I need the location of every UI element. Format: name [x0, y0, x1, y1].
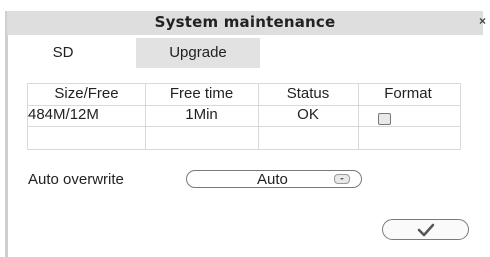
- cell-status: OK: [297, 106, 319, 123]
- dialog-border: [5, 11, 8, 257]
- close-icon[interactable]: ×: [479, 15, 486, 27]
- system-maintenance-dialog: System maintenance × SD Upgrade Size/Fre…: [0, 0, 490, 257]
- tab-upgrade[interactable]: Upgrade: [136, 38, 260, 68]
- header-size-free: Size/Free: [54, 85, 119, 102]
- confirm-button[interactable]: [382, 219, 469, 240]
- auto-overwrite-value: Auto: [257, 171, 288, 188]
- table-divider: [28, 126, 460, 127]
- dialog-title: System maintenance: [154, 13, 336, 31]
- cell-size-free: 484M/12M: [28, 106, 99, 123]
- title-bar: System maintenance: [7, 11, 483, 35]
- header-format: Format: [384, 85, 432, 102]
- format-checkbox[interactable]: [378, 113, 391, 125]
- chevron-down-icon[interactable]: [334, 174, 350, 184]
- header-status: Status: [286, 85, 330, 102]
- checkmark-icon: [417, 223, 435, 237]
- cell-free-time: 1Min: [185, 106, 218, 123]
- auto-overwrite-label: Auto overwrite: [28, 171, 124, 188]
- auto-overwrite-dropdown[interactable]: Auto: [186, 170, 362, 188]
- header-free-time: Free time: [169, 85, 234, 102]
- tab-sd[interactable]: SD: [28, 38, 98, 68]
